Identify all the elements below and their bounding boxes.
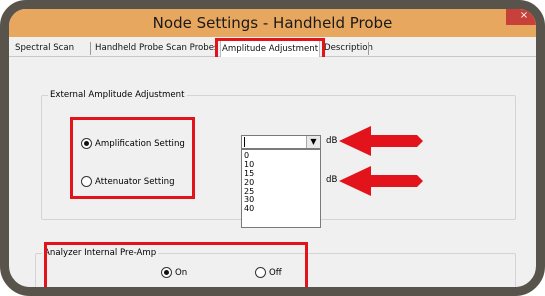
preamp-off-radio[interactable] bbox=[255, 267, 266, 278]
dropdown-option[interactable]: 30 bbox=[242, 195, 320, 205]
preamp-on-radio[interactable] bbox=[161, 267, 172, 278]
tab-separator bbox=[90, 42, 91, 55]
external-amplitude-group-label: External Amplitude Adjustment bbox=[48, 90, 187, 100]
attenuator-setting-option[interactable]: Attenuator Setting bbox=[81, 176, 175, 187]
close-button[interactable]: × bbox=[506, 9, 536, 25]
dropdown-option[interactable]: 25 bbox=[242, 187, 320, 196]
dialog-frame: Node Settings - Handheld Probe × Spectra… bbox=[0, 0, 545, 296]
text-caret bbox=[244, 137, 245, 147]
amplification-combo[interactable]: ▼ bbox=[241, 135, 321, 149]
preamp-on-label: On bbox=[175, 267, 188, 278]
tab-separator bbox=[368, 42, 369, 55]
amplification-label: Amplification Setting bbox=[95, 138, 185, 149]
window-title: Node Settings - Handheld Probe bbox=[152, 14, 393, 32]
dropdown-option[interactable]: 0 bbox=[242, 151, 320, 160]
chevron-down-icon[interactable]: ▼ bbox=[306, 136, 320, 148]
tab-description[interactable]: Description bbox=[322, 40, 375, 57]
amplification-radio[interactable] bbox=[81, 138, 92, 149]
dropdown-option[interactable]: 15 bbox=[242, 169, 320, 178]
amplification-setting-option[interactable]: Amplification Setting bbox=[81, 138, 185, 149]
titlebar: Node Settings - Handheld Probe bbox=[9, 9, 536, 37]
unit-db-1: dB bbox=[326, 136, 338, 146]
red-arrow-2-icon bbox=[339, 166, 423, 196]
dropdown-option[interactable]: 10 bbox=[242, 160, 320, 169]
attenuator-radio[interactable] bbox=[81, 176, 92, 187]
tab-panel: External Amplitude Adjustment Amplificat… bbox=[15, 57, 535, 287]
dropdown-option[interactable]: 40 bbox=[242, 204, 320, 213]
preamp-off-option[interactable]: Off bbox=[255, 267, 282, 278]
preamp-off-label: Off bbox=[269, 267, 282, 278]
tab-handheld-probe-scan-probes[interactable]: Handheld Probe Scan Probes bbox=[93, 40, 221, 57]
attenuator-label: Attenuator Setting bbox=[95, 176, 175, 187]
unit-db-2: dB bbox=[326, 175, 338, 185]
dropdown-option[interactable]: 20 bbox=[242, 178, 320, 187]
tab-spectral-scan[interactable]: Spectral Scan bbox=[13, 40, 76, 57]
red-arrow-1-icon bbox=[339, 126, 423, 156]
preamp-on-option[interactable]: On bbox=[161, 267, 187, 278]
amplification-dropdown-list: 0 10 15 20 25 30 40 bbox=[241, 149, 321, 228]
